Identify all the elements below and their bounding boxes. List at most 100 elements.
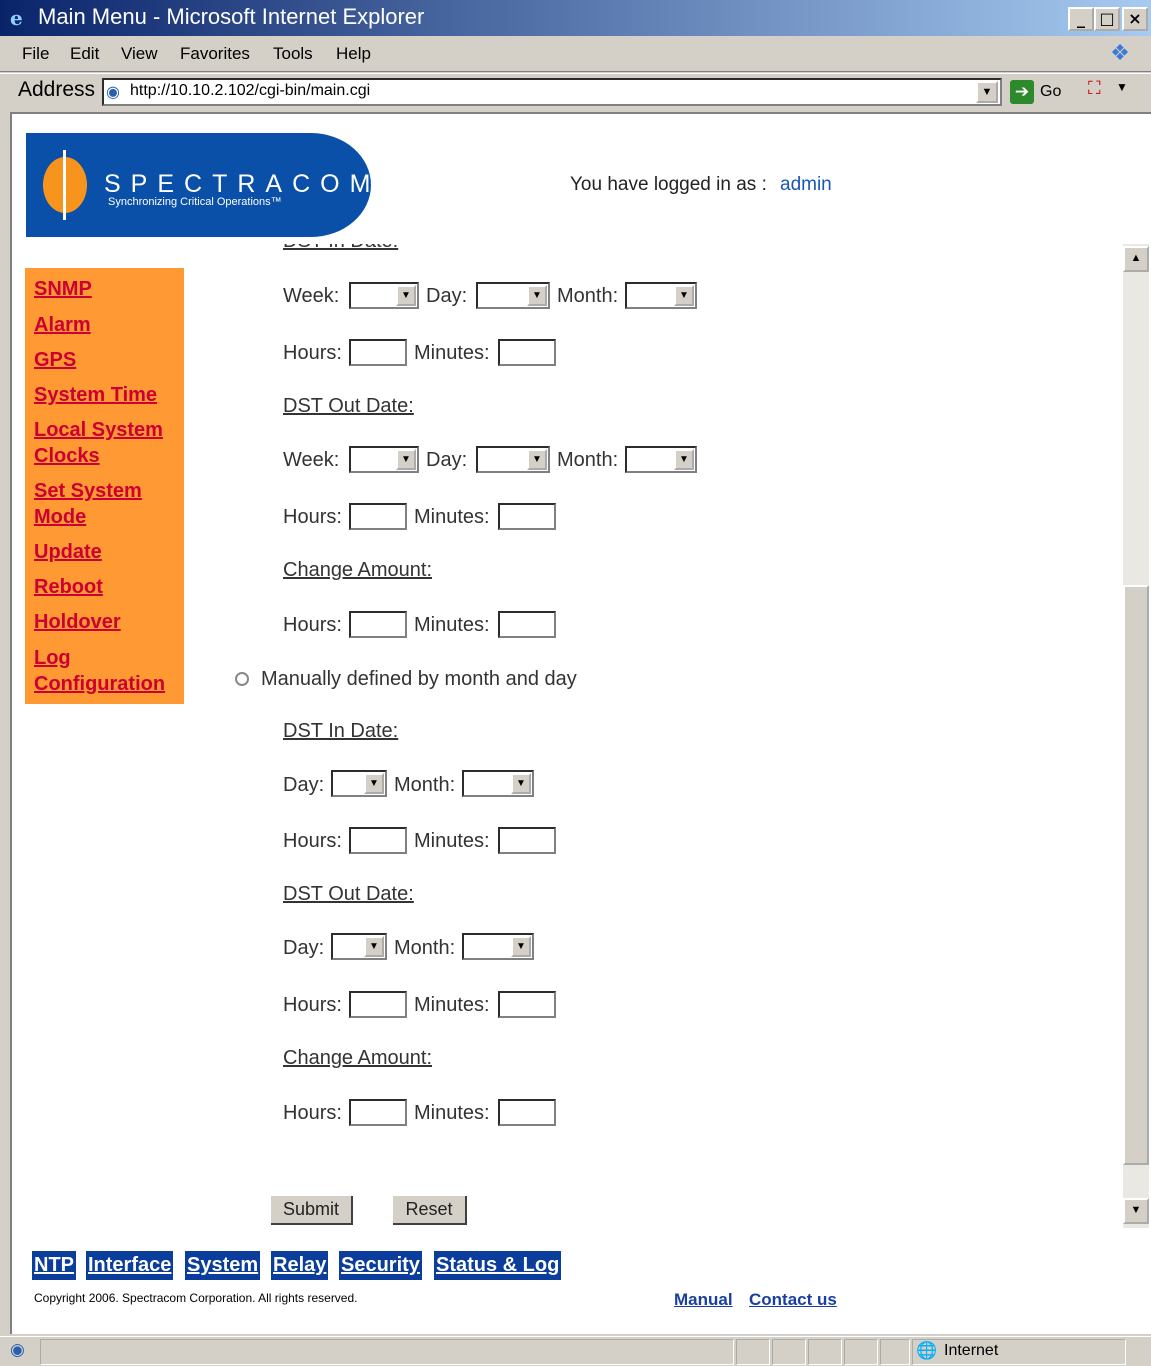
ie-icon: e	[10, 6, 23, 30]
sidebar-item-local-system-clocks[interactable]: Local System Clocks	[34, 417, 184, 469]
tab-relay[interactable]: Relay	[271, 1251, 329, 1280]
minutes-label: Minutes:	[414, 342, 490, 364]
week-label: Week:	[283, 449, 340, 471]
month-label: Month:	[557, 285, 619, 307]
address-dropdown-icon[interactable]: ▼	[976, 81, 998, 103]
dst-in-hours-input[interactable]	[349, 339, 407, 366]
go-arrow-icon[interactable]: ➔	[1010, 80, 1034, 104]
dst-in-minutes-input[interactable]	[498, 339, 556, 366]
security-zone: Internet	[944, 1342, 999, 1359]
submit-button[interactable]: Submit	[271, 1196, 353, 1225]
manual-change-hours-input[interactable]	[349, 1099, 407, 1126]
change-amount-heading: Change Amount:	[283, 559, 432, 581]
tab-system[interactable]: System	[185, 1251, 261, 1280]
tab-security[interactable]: Security	[339, 1251, 422, 1280]
sidebar-item-log-configuration[interactable]: Log Configuration	[34, 645, 184, 697]
chevron-down-icon[interactable]: ▼	[674, 449, 694, 470]
chevron-down-icon[interactable]: ▼	[364, 936, 384, 957]
dst-in-month-select[interactable]: ▼	[625, 282, 697, 309]
day-label: Day:	[426, 285, 468, 307]
minutes-label: Minutes:	[414, 994, 490, 1016]
reset-button[interactable]: Reset	[393, 1196, 467, 1225]
scroll-up-icon[interactable]: ▲	[1123, 246, 1149, 272]
menu-edit[interactable]: Edit	[70, 44, 99, 64]
pdf-dropdown-icon[interactable]: ▼	[1116, 80, 1128, 94]
tab-status-log[interactable]: Status & Log	[434, 1251, 562, 1280]
manual-out-day-select[interactable]: ▼	[331, 933, 387, 960]
chevron-down-icon[interactable]: ▼	[396, 449, 416, 470]
dst-out-hours-input[interactable]	[349, 503, 407, 530]
logo-subtitle: Synchronizing Critical Operations™	[108, 196, 282, 208]
day-label: Day:	[283, 774, 325, 796]
chevron-down-icon[interactable]: ▼	[527, 285, 547, 306]
manual-radio[interactable]	[235, 672, 249, 686]
pdf-icon[interactable]: ⛶	[1088, 78, 1110, 104]
sidebar-item-reboot[interactable]: Reboot	[34, 574, 184, 600]
chevron-down-icon[interactable]: ▼	[527, 449, 547, 470]
status-cell	[880, 1339, 910, 1365]
dst-in-date-heading-clipped: DST In Date:	[283, 244, 483, 253]
dst-out-day-select[interactable]: ▼	[476, 446, 550, 473]
dst-out-week-select[interactable]: ▼	[349, 446, 419, 473]
tab-interface[interactable]: Interface	[86, 1251, 174, 1280]
chevron-down-icon[interactable]: ▼	[511, 936, 531, 957]
manual-dst-out-date-heading: DST Out Date:	[283, 883, 414, 905]
manual-change-minutes-input[interactable]	[498, 1099, 556, 1126]
manual-in-day-select[interactable]: ▼	[331, 770, 387, 797]
manual-in-hours-input[interactable]	[349, 827, 407, 854]
dst-out-month-select[interactable]: ▼	[625, 446, 697, 473]
menu-view[interactable]: View	[121, 44, 158, 64]
menu-help[interactable]: Help	[336, 44, 371, 64]
manual-link[interactable]: Manual	[674, 1290, 733, 1310]
menu-tools[interactable]: Tools	[273, 44, 313, 64]
scroll-down-icon[interactable]: ▼	[1123, 1198, 1149, 1224]
minutes-label: Minutes:	[414, 614, 490, 636]
dst-in-week-select[interactable]: ▼	[349, 282, 419, 309]
status-cell	[844, 1339, 878, 1365]
manual-radio-label[interactable]: Manually defined by month and day	[261, 668, 577, 691]
login-user: admin	[780, 174, 832, 195]
manual-out-minutes-input[interactable]	[498, 991, 556, 1018]
scrollbar-thumb[interactable]	[1123, 585, 1149, 1165]
status-cell	[808, 1339, 842, 1365]
menu-favorites[interactable]: Favorites	[180, 44, 250, 64]
manual-out-hours-input[interactable]	[349, 991, 407, 1018]
maximize-button[interactable]: □	[1094, 7, 1120, 31]
minutes-label: Minutes:	[414, 1102, 490, 1124]
chevron-down-icon[interactable]: ▼	[396, 285, 416, 306]
change-minutes-input[interactable]	[498, 611, 556, 638]
dst-out-minutes-input[interactable]	[498, 503, 556, 530]
sidebar-item-snmp[interactable]: SNMP	[34, 276, 184, 302]
manual-dst-in-date-heading: DST In Date:	[283, 720, 399, 742]
month-label: Month:	[394, 774, 456, 796]
contact-us-link[interactable]: Contact us	[749, 1290, 837, 1310]
dst-in-day-select[interactable]: ▼	[476, 282, 550, 309]
copyright-text: Copyright 2006. Spectracom Corporation. …	[34, 1291, 358, 1305]
sidebar-item-holdover[interactable]: Holdover	[34, 609, 184, 635]
manual-out-month-select[interactable]: ▼	[462, 933, 534, 960]
chevron-down-icon[interactable]: ▼	[674, 285, 694, 306]
address-label: Address	[18, 78, 96, 101]
tab-ntp[interactable]: NTP	[32, 1251, 76, 1280]
month-label: Month:	[557, 449, 619, 471]
week-label: Week:	[283, 285, 340, 307]
manual-in-month-select[interactable]: ▼	[462, 770, 534, 797]
sidebar-item-alarm[interactable]: Alarm	[34, 312, 184, 338]
chevron-down-icon[interactable]: ▼	[364, 773, 384, 794]
dst-out-date-heading: DST Out Date:	[283, 395, 414, 417]
sidebar-item-gps[interactable]: GPS	[34, 347, 184, 373]
sidebar-item-set-system-mode[interactable]: Set System Mode	[34, 478, 184, 530]
sidebar-item-system-time[interactable]: System Time	[34, 382, 184, 408]
close-button[interactable]: ×	[1122, 7, 1148, 31]
address-url[interactable]: http://10.10.2.102/cgi-bin/main.cgi	[130, 82, 370, 100]
menu-file[interactable]: File	[22, 44, 49, 64]
minimize-button[interactable]: _	[1068, 7, 1094, 31]
go-button[interactable]: Go	[1040, 83, 1061, 101]
hours-label: Hours:	[283, 994, 342, 1016]
day-label: Day:	[426, 449, 468, 471]
manual-in-minutes-input[interactable]	[498, 827, 556, 854]
change-hours-input[interactable]	[349, 611, 407, 638]
hours-label: Hours:	[283, 614, 342, 636]
chevron-down-icon[interactable]: ▼	[511, 773, 531, 794]
sidebar-item-update[interactable]: Update	[34, 539, 184, 565]
